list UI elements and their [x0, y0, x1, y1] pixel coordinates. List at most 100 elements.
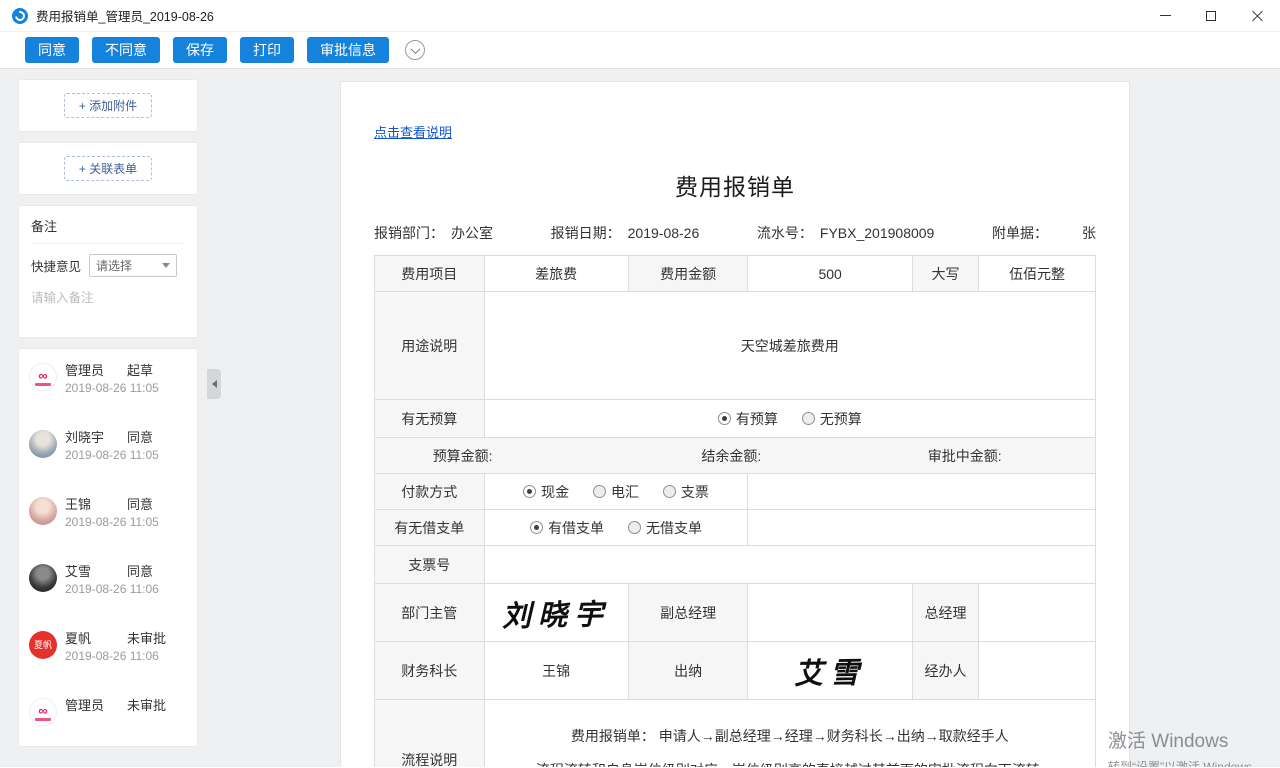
signature-text: 刘晓宇 — [502, 591, 611, 635]
radio-label: 无借支单 — [646, 518, 702, 538]
company-logo-avatar: ∞ — [29, 363, 57, 391]
avatar — [29, 564, 57, 592]
signature-text: 艾雪 — [794, 649, 867, 692]
disagree-button[interactable]: 不同意 — [92, 37, 160, 63]
radio-has-budget[interactable]: 有预算 — [718, 409, 778, 429]
approval-time: 2019-08-26 11:05 — [65, 381, 187, 395]
finance-chief-signature: 王锦 — [484, 642, 628, 700]
window-title: 费用报销单_管理员_2019-08-26 — [36, 6, 214, 25]
gm-signature — [979, 584, 1096, 642]
caps-label: 大写 — [912, 256, 978, 292]
radio-label: 现金 — [541, 482, 569, 502]
approval-status: 未审批 — [127, 631, 166, 646]
save-button[interactable]: 保存 — [173, 37, 227, 63]
titlebar: 费用报销单_管理员_2019-08-26 — [0, 0, 1280, 32]
radio-checked-icon — [530, 521, 543, 534]
serial-label: 流水号： — [757, 225, 813, 241]
expense-item-value[interactable]: 差旅费 — [484, 256, 628, 292]
form-title: 费用报销单 — [374, 168, 1096, 202]
avatar — [29, 497, 57, 525]
deputy-gm-label: 副总经理 — [628, 584, 748, 642]
radio-label: 无预算 — [820, 409, 862, 429]
maximize-button[interactable] — [1188, 0, 1234, 31]
agree-button[interactable]: 同意 — [25, 37, 79, 63]
toolbar: 同意 不同意 保存 打印 审批信息 — [0, 32, 1280, 69]
dept-label: 报销部门： — [374, 225, 444, 241]
amount-value[interactable]: 500 — [748, 256, 912, 292]
check-no-value[interactable] — [484, 546, 1095, 584]
radio-has-advance[interactable]: 有借支单 — [530, 518, 604, 538]
expense-table: 费用项目 差旅费 费用金额 500 大写 伍佰元整 用途说明 天空城差旅费用 有… — [374, 255, 1096, 767]
budget-amount-label: 预算金额: — [433, 448, 493, 464]
approval-status: 同意 — [127, 497, 153, 512]
dept-head-signature: 刘晓宇 — [484, 584, 628, 642]
balance-amount-label: 结余金额: — [701, 448, 761, 464]
handler-label: 经办人 — [912, 642, 978, 700]
dept-head-label: 部门主管 — [375, 584, 485, 642]
more-chevron-icon[interactable] — [405, 40, 425, 60]
close-button[interactable] — [1234, 0, 1280, 31]
cashier-signature: 艾雪 — [748, 642, 912, 700]
radio-wire[interactable]: 电汇 — [593, 482, 639, 502]
payment-options-cell: 现金 电汇 支票 — [484, 474, 748, 510]
history-entry: 夏帆 夏帆 未审批 2019-08-26 11:06 — [29, 631, 187, 663]
date-value[interactable]: 2019-08-26 — [628, 225, 700, 241]
quick-opinion-row: 快捷意见 请选择 — [31, 254, 185, 277]
radio-unchecked-icon — [802, 412, 815, 425]
quick-opinion-value: 请选择 — [96, 257, 132, 274]
dept-field: 报销部门： 办公室 — [374, 223, 493, 243]
remarks-card: 备注 快捷意见 请选择 请输入备注 — [18, 205, 198, 338]
radio-checked-icon — [718, 412, 731, 425]
radio-unchecked-icon — [593, 485, 606, 498]
view-instructions-link[interactable]: 点击查看说明 — [374, 122, 452, 141]
approver-name: 王锦 — [65, 497, 127, 512]
logo-text-mark — [35, 718, 51, 721]
radio-check[interactable]: 支票 — [663, 482, 709, 502]
budget-label: 有无预算 — [375, 400, 485, 438]
budget-amount-cell: 预算金额: — [375, 438, 629, 474]
attached-docs-unit: 张 — [1082, 225, 1096, 241]
form-info-row: 报销部门： 办公室 报销日期：2019-08-26 流水号：FYBX_201908… — [374, 223, 1096, 243]
form-paper: 点击查看说明 费用报销单 报销部门： 办公室 报销日期：2019-08-26 流水… — [340, 81, 1130, 767]
radio-unchecked-icon — [628, 521, 641, 534]
radio-checked-icon — [523, 485, 536, 498]
radio-no-advance[interactable]: 无借支单 — [628, 518, 702, 538]
approval-status: 起草 — [127, 363, 153, 378]
expense-item-label: 费用项目 — [375, 256, 485, 292]
link-form-button[interactable]: + 关联表单 — [64, 156, 152, 181]
serial-field: 流水号：FYBX_201908009 — [757, 223, 934, 243]
budget-amounts-row: 预算金额: 结余金额: 审批中金额: — [375, 438, 1096, 474]
caps-value[interactable]: 伍佰元整 — [979, 256, 1096, 292]
gm-label: 总经理 — [912, 584, 978, 642]
approval-time: 2019-08-26 11:06 — [65, 649, 187, 663]
radio-cash[interactable]: 现金 — [523, 482, 569, 502]
amount-label: 费用金额 — [628, 256, 748, 292]
purpose-label: 用途说明 — [375, 292, 485, 400]
remark-input[interactable]: 请输入备注 — [31, 287, 185, 323]
history-entry: ∞ 管理员 未审批 — [29, 698, 187, 726]
add-attachment-button[interactable]: + 添加附件 — [64, 93, 152, 118]
date-field: 报销日期：2019-08-26 — [551, 223, 700, 243]
radio-no-budget[interactable]: 无预算 — [802, 409, 862, 429]
quick-opinion-select[interactable]: 请选择 — [89, 254, 177, 277]
purpose-value[interactable]: 天空城差旅费用 — [484, 292, 1095, 400]
history-entry: 王锦 同意 2019-08-26 11:05 — [29, 497, 187, 529]
avatar: 夏帆 — [29, 631, 57, 659]
approver-name: 管理员 — [65, 363, 127, 378]
approval-time: 2019-08-26 11:05 — [65, 448, 187, 462]
radio-label: 有预算 — [736, 409, 778, 429]
balance-amount-cell: 结余金额: — [628, 438, 912, 474]
approver-name: 夏帆 — [65, 631, 127, 646]
sidebar: + 添加附件 + 关联表单 备注 快捷意见 请选择 请输入备注 ∞ — [0, 69, 207, 767]
print-button[interactable]: 打印 — [240, 37, 294, 63]
dept-value[interactable]: 办公室 — [451, 225, 493, 241]
minimize-button[interactable] — [1142, 0, 1188, 31]
approver-name: 艾雪 — [65, 564, 127, 579]
company-logo-avatar: ∞ — [29, 698, 57, 726]
infinity-logo-icon: ∞ — [38, 369, 47, 382]
history-entry: 艾雪 同意 2019-08-26 11:06 — [29, 564, 187, 596]
approval-status: 未审批 — [127, 698, 166, 713]
approval-time: 2019-08-26 11:06 — [65, 582, 187, 596]
approval-info-button[interactable]: 审批信息 — [307, 37, 389, 63]
avatar — [29, 430, 57, 458]
